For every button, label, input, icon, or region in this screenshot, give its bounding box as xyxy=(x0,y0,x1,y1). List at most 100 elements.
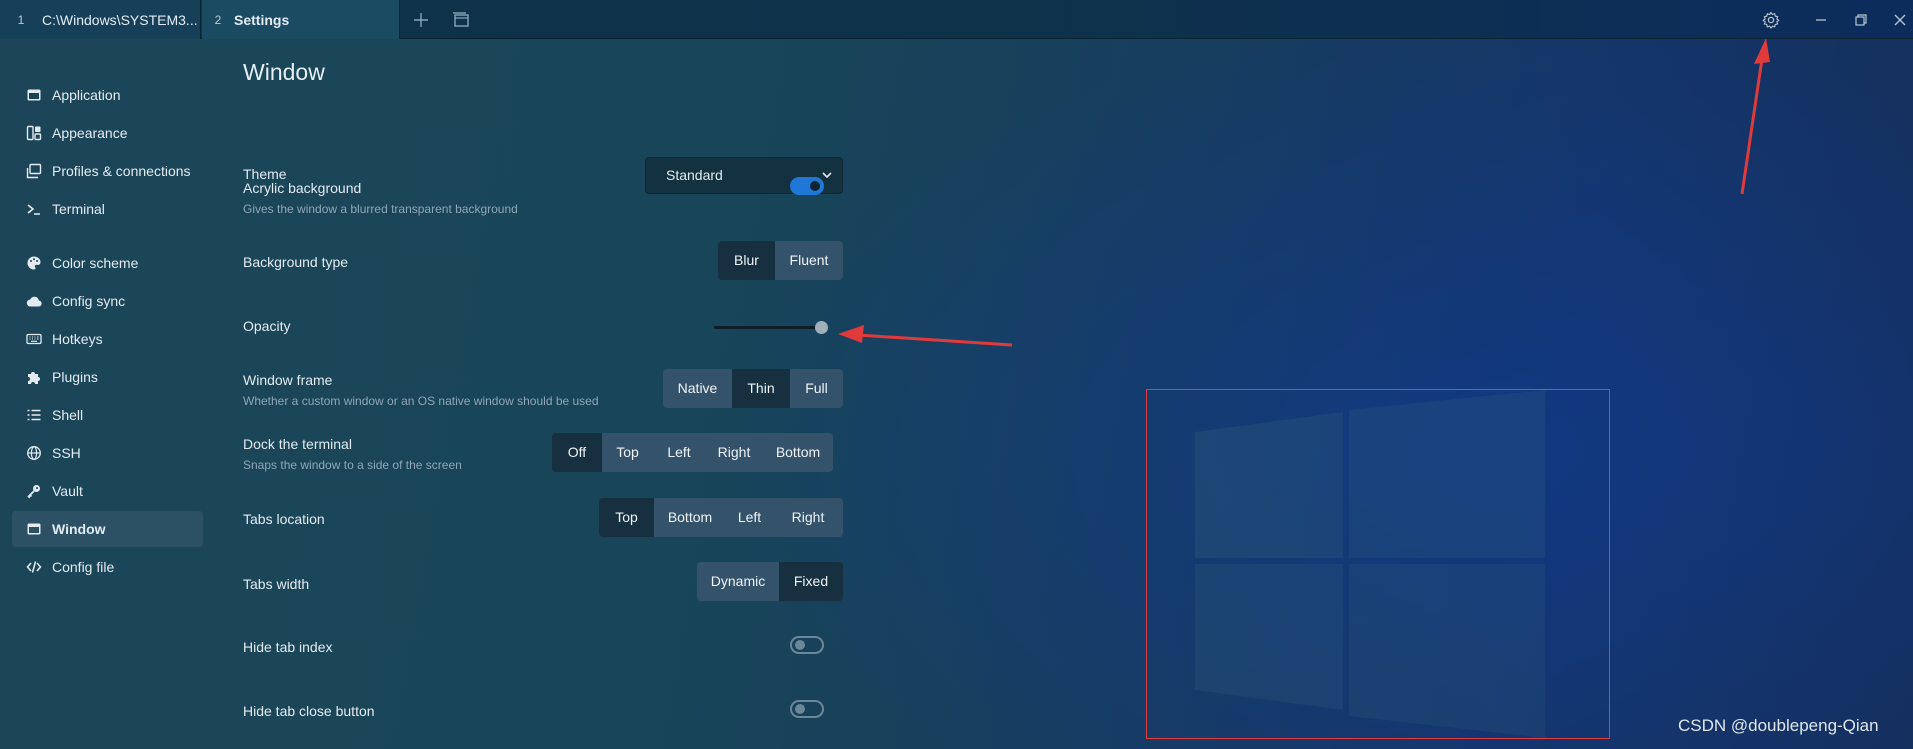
sidebar-item-label: SSH xyxy=(52,445,81,461)
window-frame-native-option[interactable]: Native xyxy=(663,369,732,408)
background-type-segmented: Blur Fluent xyxy=(718,241,843,280)
watermark-text: CSDN @doublepeng-Qian xyxy=(1678,716,1879,735)
settings-panel: Window Theme Standard Acrylic background… xyxy=(243,39,843,749)
sidebar-item-window[interactable]: Window xyxy=(12,511,203,547)
windows-logo-watermark xyxy=(1195,390,1545,738)
tabs-width-fixed-option[interactable]: Fixed xyxy=(779,562,843,601)
sidebar-item-label: Profiles & connections xyxy=(52,163,191,179)
sidebar-item-appearance[interactable]: Appearance xyxy=(12,115,203,151)
background-type-blur-option[interactable]: Blur xyxy=(718,241,775,280)
code-icon xyxy=(26,561,42,573)
puzzle-icon xyxy=(28,372,40,384)
sidebar-item-config-file[interactable]: Config file xyxy=(12,549,203,585)
arrow-to-opacity xyxy=(857,333,1013,347)
sidebar-item-label: Appearance xyxy=(52,125,128,141)
setting-label: Opacity xyxy=(243,318,291,334)
dock-left-option[interactable]: Left xyxy=(653,433,705,472)
sidebar-item-plugins[interactable]: Plugins xyxy=(12,359,203,395)
keyboard-icon xyxy=(26,333,42,345)
tab-title: Settings xyxy=(234,11,290,28)
sidebar-item-shell[interactable]: Shell xyxy=(12,397,203,433)
tabs-location-segmented: Top Bottom Left Right xyxy=(599,498,843,537)
opacity-slider-thumb[interactable] xyxy=(815,321,828,334)
sidebar-item-label: Shell xyxy=(52,407,84,423)
arrow-head xyxy=(1754,38,1770,64)
terminal-prompt-icon xyxy=(27,204,40,215)
dock-top-option[interactable]: Top xyxy=(602,433,653,472)
tab-index: 1 xyxy=(17,12,25,27)
window-icon xyxy=(27,89,41,101)
sidebar-item-label: Color scheme xyxy=(52,255,139,271)
tab-title: C:\Windows\SYSTEM3... xyxy=(42,11,198,28)
setting-description: Gives the window a blurred transparent b… xyxy=(243,202,518,216)
dock-segmented: Off Top Left Right Bottom xyxy=(552,433,833,472)
cloud-icon xyxy=(26,296,42,307)
globe-icon xyxy=(27,446,41,460)
tabs-location-right-option[interactable]: Right xyxy=(773,498,843,537)
setting-label: Hide tab close button xyxy=(243,703,375,719)
window-frame-thin-option[interactable]: Thin xyxy=(732,369,790,408)
setting-label: Window frame xyxy=(243,372,333,388)
tabs-location-bottom-option[interactable]: Bottom xyxy=(654,498,726,537)
sidebar-item-label: Vault xyxy=(52,483,83,499)
sidebar-item-label: Terminal xyxy=(52,201,105,217)
windows-stack-icon xyxy=(26,163,42,179)
toggle-knob xyxy=(810,181,820,191)
window-frame-full-option[interactable]: Full xyxy=(790,369,843,408)
setting-description: Whether a custom window or an OS native … xyxy=(243,394,599,408)
acrylic-toggle[interactable] xyxy=(790,177,824,195)
sidebar-item-label: Window xyxy=(52,521,106,537)
setting-label: Tabs width xyxy=(243,576,310,592)
palette-icon xyxy=(27,256,41,270)
sidebar-item-config-sync[interactable]: Config sync xyxy=(12,283,203,319)
sidebar-item-hotkeys[interactable]: Hotkeys xyxy=(12,321,203,357)
restore-icon[interactable] xyxy=(1851,10,1871,30)
minimize-icon[interactable] xyxy=(1811,10,1831,30)
list-icon xyxy=(27,409,41,421)
sidebar-item-label: Config sync xyxy=(52,293,126,309)
sidebar-item-label: Application xyxy=(52,87,121,103)
dock-off-option[interactable]: Off xyxy=(552,433,602,472)
arrow-to-gear xyxy=(1740,51,1765,195)
title-bar: 1 C:\Windows\SYSTEM3... 2 Settings xyxy=(0,0,1913,39)
hide-tab-close-toggle[interactable] xyxy=(790,700,824,718)
window-frame-segmented: Native Thin Full xyxy=(663,369,843,408)
sidebar-item-application[interactable]: Application xyxy=(12,77,203,113)
setting-label: Hide tab index xyxy=(243,639,333,655)
tabs-width-segmented: Dynamic Fixed xyxy=(697,562,843,601)
tabs-location-top-option[interactable]: Top xyxy=(599,498,654,537)
key-icon xyxy=(27,485,40,499)
tab-terminal[interactable]: 1 C:\Windows\SYSTEM3... xyxy=(0,0,201,39)
palette-grid-icon xyxy=(26,125,42,141)
sidebar-item-ssh[interactable]: SSH xyxy=(12,435,203,471)
toggle-knob xyxy=(795,640,805,650)
toggle-knob xyxy=(795,704,805,714)
page-title: Window xyxy=(243,59,325,85)
dock-bottom-option[interactable]: Bottom xyxy=(763,433,833,472)
sidebar-item-terminal[interactable]: Terminal xyxy=(12,191,203,227)
tabs-location-left-option[interactable]: Left xyxy=(726,498,773,537)
opacity-slider-track[interactable] xyxy=(714,326,824,329)
setting-label: Background type xyxy=(243,254,349,270)
sidebar-item-profiles[interactable]: Profiles & connections xyxy=(12,153,203,189)
sidebar-item-vault[interactable]: Vault xyxy=(12,473,203,509)
setting-label: Tabs location xyxy=(243,511,325,527)
close-icon[interactable] xyxy=(1890,10,1910,30)
background-type-fluent-option[interactable]: Fluent xyxy=(775,241,843,280)
plus-icon[interactable] xyxy=(411,10,431,30)
tab-settings[interactable]: 2 Settings xyxy=(202,0,400,39)
sidebar-item-color-scheme[interactable]: Color scheme xyxy=(12,245,203,281)
setting-label: Dock the terminal xyxy=(243,436,352,452)
tab-index: 2 xyxy=(214,12,222,27)
setting-description: Snaps the window to a side of the screen xyxy=(243,458,462,472)
hide-tab-index-toggle[interactable] xyxy=(790,636,824,654)
gear-icon[interactable] xyxy=(1761,10,1781,30)
theme-select-value: Standard xyxy=(666,167,723,183)
dock-right-option[interactable]: Right xyxy=(705,433,763,472)
sidebar-item-label: Config file xyxy=(52,559,115,575)
settings-sidebar: Application Appearance Profiles & connec… xyxy=(0,39,215,749)
sidebar-item-label: Hotkeys xyxy=(52,331,103,347)
setting-label: Acrylic background xyxy=(243,180,362,196)
window-icon[interactable] xyxy=(451,10,471,30)
tabs-width-dynamic-option[interactable]: Dynamic xyxy=(697,562,779,601)
